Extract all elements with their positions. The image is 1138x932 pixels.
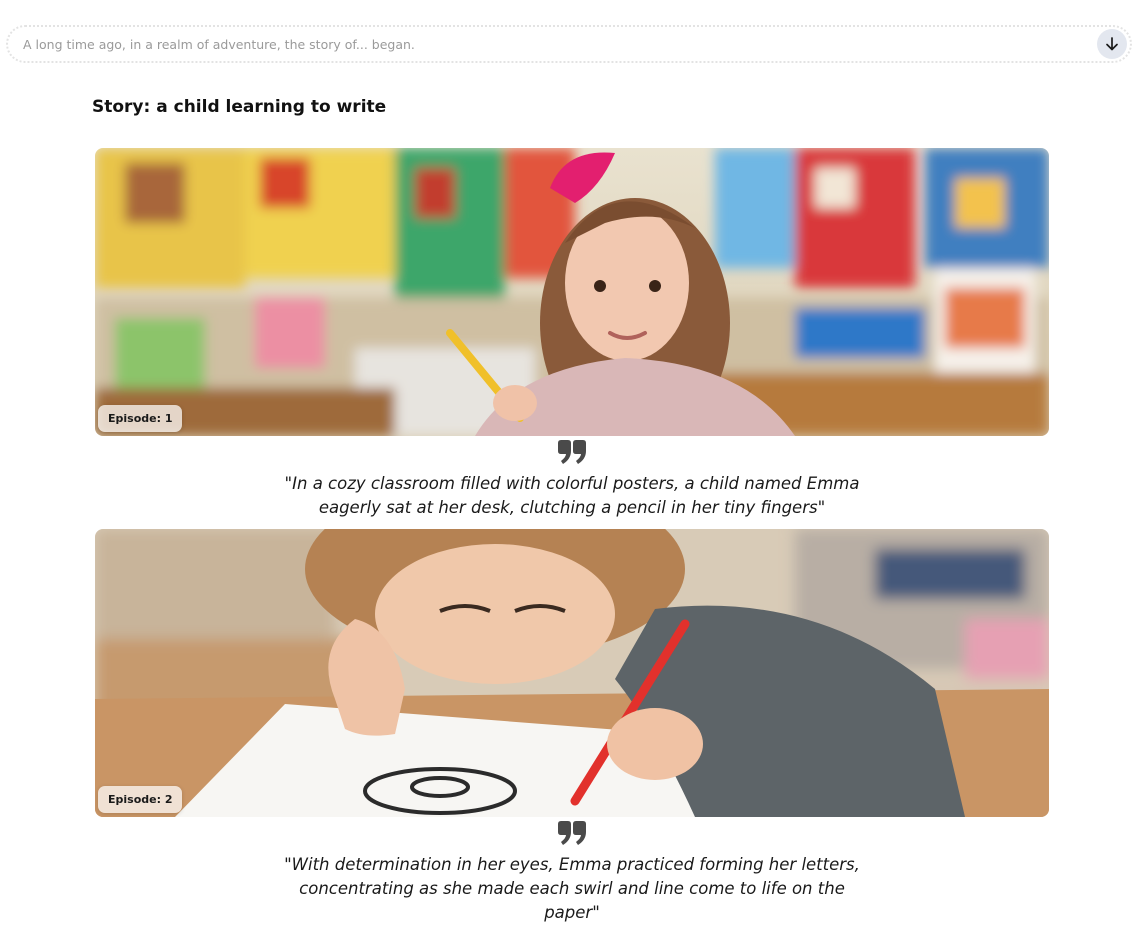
story-prompt-bar [6,25,1132,63]
episode-image[interactable]: Episode: 2 [95,529,1049,817]
episode-badge: Episode: 2 [98,786,183,813]
drawing-scene-image [95,529,1049,817]
quote-icon [558,440,586,464]
classroom-scene-image [95,148,1049,436]
episode-quote: "With determination in her eyes, Emma pr… [284,855,860,922]
quote-icon [558,821,586,845]
episode-quote: "In a cozy classroom filled with colorfu… [284,474,860,517]
arrow-down-icon [1106,37,1118,51]
episode-image[interactable]: Episode: 1 [95,148,1049,436]
episode-card: Episode: 2 "With determination in her ey… [95,529,1049,925]
submit-button[interactable] [1097,29,1127,59]
story-prompt-input[interactable] [8,26,1097,62]
story-title: Story: a child learning to write [92,97,387,117]
episode-card: Episode: 1 "In a cozy classroom filled w… [95,148,1049,520]
episode-badge: Episode: 1 [98,405,183,432]
